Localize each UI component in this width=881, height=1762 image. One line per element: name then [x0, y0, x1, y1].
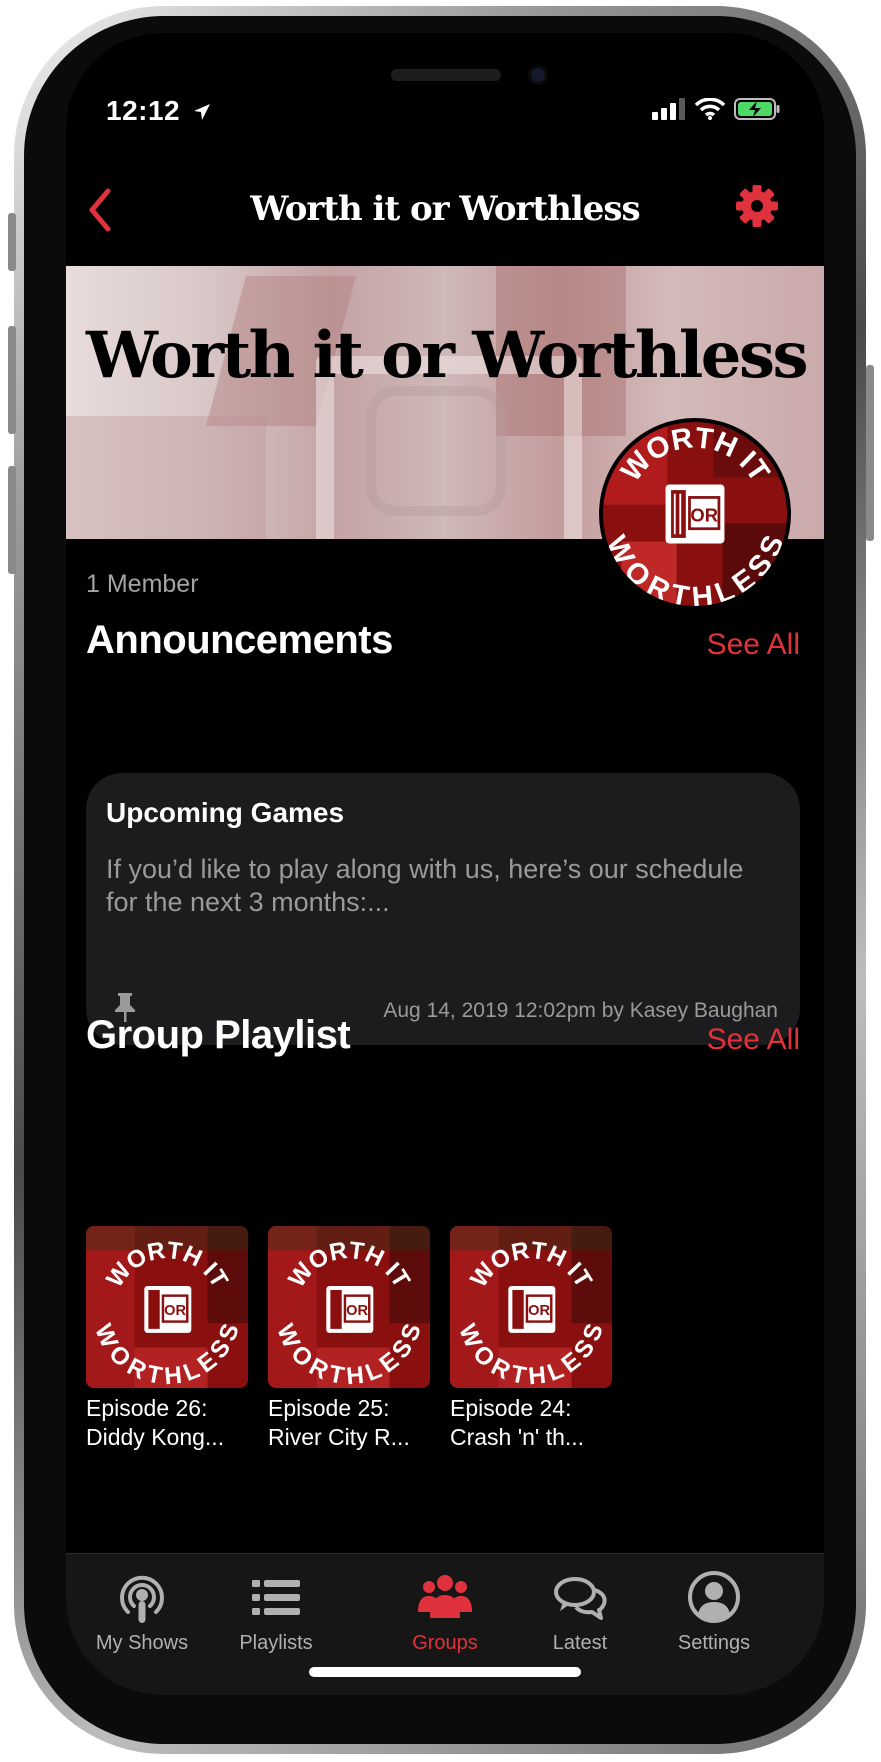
episode-list: WORTH IT WORTHLESS OR Episode 26: Diddy … [86, 1226, 612, 1452]
logo-mid-text: OR [346, 1303, 368, 1319]
front-camera [528, 65, 548, 85]
group-settings-button[interactable] [734, 183, 780, 229]
playlist-see-all-link[interactable]: See All [707, 1023, 800, 1057]
volume-down-button [8, 466, 16, 574]
episode-artwork: WORTH IT WORTHLESS OR [86, 1226, 248, 1388]
notch [286, 33, 606, 93]
episode-title-line1: Episode 24: [450, 1395, 572, 1421]
user-circle-icon [688, 1571, 740, 1623]
announcement-body: If you’d like to play along with us, her… [106, 854, 744, 917]
battery-charging-icon [734, 98, 780, 120]
episode-title-line1: Episode 26: [86, 1395, 208, 1421]
tab-label: Settings [677, 1632, 751, 1654]
tab-label: Latest [552, 1632, 608, 1654]
status-time: 12:12 [106, 95, 212, 127]
tab-label: Groups [412, 1632, 478, 1654]
announcement-card[interactable]: Upcoming Games If you’d like to play alo… [86, 773, 800, 1045]
group-avatar: WORTH IT WORTHLESS OR [599, 418, 791, 610]
speaker [391, 69, 501, 81]
playlist-heading: Group Playlist [86, 1013, 351, 1057]
cellular-signal-icon [652, 98, 685, 120]
list-icon [252, 1580, 300, 1615]
podcast-icon [120, 1575, 164, 1623]
episode-title-line2: Crash 'n' th... [450, 1424, 585, 1450]
episode-title: Episode 26: Diddy Kong... [86, 1394, 248, 1452]
status-time-text: 12:12 [106, 95, 181, 126]
wifi-icon [695, 98, 725, 120]
episode-item[interactable]: WORTH IT WORTHLESS OR Episode 24: Crash … [450, 1226, 612, 1452]
tab-playlists[interactable]: Playlists [200, 1568, 352, 1655]
status-icons [652, 98, 780, 120]
volume-up-button [8, 326, 16, 434]
worth-it-or-worthless-logo: WORTH IT WORTHLESS OR [603, 422, 787, 606]
episode-artwork: WORTH IT WORTHLESS OR [450, 1226, 612, 1388]
banner-blur-shape [366, 386, 506, 516]
tab-my-shows[interactable]: My Shows [66, 1568, 218, 1655]
banner-blur-shape [66, 416, 266, 539]
nav-title: Worth it or Worthless [250, 189, 640, 229]
gear-icon [736, 185, 778, 227]
tab-label: Playlists [239, 1632, 313, 1654]
episode-item[interactable]: WORTH IT WORTHLESS OR Episode 26: Diddy … [86, 1226, 248, 1452]
announcement-meta: Aug 14, 2019 12:02pm by Kasey Baughan [383, 999, 778, 1022]
member-count: 1 Member [86, 570, 199, 598]
navigation-bar: Worth it or Worthless [66, 169, 824, 265]
banner-title: Worth it or Worthless [86, 318, 809, 393]
announcements-see-all-link[interactable]: See All [707, 628, 800, 662]
people-icon [418, 1575, 472, 1618]
episode-title-line2: River City R... [268, 1424, 410, 1450]
episode-title-line2: Diddy Kong... [86, 1424, 225, 1450]
episode-item[interactable]: WORTH IT WORTHLESS OR Episode 25: River … [268, 1226, 430, 1452]
worth-it-or-worthless-logo: WORTH IT WORTHLESS OR [268, 1226, 430, 1388]
power-button [866, 365, 874, 541]
worth-it-or-worthless-logo: WORTH IT WORTHLESS OR [450, 1226, 612, 1388]
announcements-heading: Announcements [86, 618, 393, 662]
announcement-title: Upcoming Games [106, 797, 345, 828]
logo-mid-text: OR [528, 1303, 550, 1319]
tab-latest[interactable]: Latest [504, 1568, 656, 1655]
episode-artwork: WORTH IT WORTHLESS OR [268, 1226, 430, 1388]
tab-label: My Shows [95, 1632, 189, 1654]
logo-mid-text: OR [164, 1303, 186, 1319]
tab-settings[interactable]: Settings [638, 1568, 790, 1655]
location-arrow-icon [194, 104, 211, 120]
episode-title: Episode 25: River City R... [268, 1394, 430, 1452]
screen: 12:12 Worth it or Worthless Worth it or … [66, 33, 824, 1695]
tab-groups[interactable]: Groups [369, 1568, 521, 1655]
mute-switch [8, 213, 16, 271]
worth-it-or-worthless-logo: WORTH IT WORTHLESS OR [86, 1226, 248, 1388]
logo-mid-text: OR [690, 504, 718, 525]
home-indicator[interactable] [309, 1667, 581, 1677]
episode-title-line1: Episode 25: [268, 1395, 390, 1421]
chat-bubbles-icon [554, 1577, 607, 1620]
episode-title: Episode 24: Crash 'n' th... [450, 1394, 612, 1452]
